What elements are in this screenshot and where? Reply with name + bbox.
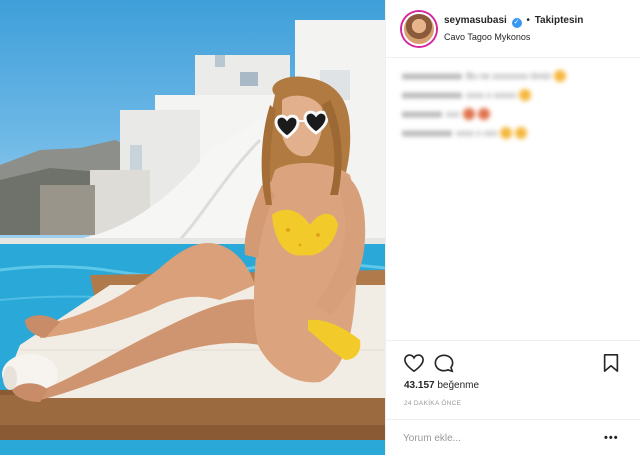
emoji-icon: [462, 107, 475, 120]
comment-icon[interactable]: [433, 353, 455, 373]
heart-icon[interactable]: [403, 353, 425, 373]
verified-badge-icon: ✓: [511, 18, 522, 28]
post-photo[interactable]: [0, 0, 385, 455]
comment-item: xxxxxxxxxxxx xxxx x xxxxx: [402, 85, 627, 104]
comment-user[interactable]: xxxxxxxx: [402, 109, 442, 119]
user-line: seymasubasi ✓ • Takiptesin: [444, 15, 583, 28]
photo-illustration: [0, 20, 385, 455]
follow-status-button[interactable]: Takiptesin: [535, 15, 584, 26]
comment-item: xxxxxxxx xxx: [402, 104, 627, 123]
location-link[interactable]: Cavo Tagoo Mykonos: [444, 32, 530, 42]
post-actions: 43.157 beğenme 24 DAKİKA ÖNCE •••: [386, 340, 640, 455]
post-time: 24 DAKİKA ÖNCE: [404, 400, 462, 407]
likes-number: 43.157: [404, 380, 435, 391]
comment-user[interactable]: xxxxxxxxxxxx: [402, 71, 462, 81]
separator-dot: •: [526, 15, 530, 26]
post-header: seymasubasi ✓ • Takiptesin Cavo Tagoo My…: [386, 0, 640, 58]
comment-text: xxx: [446, 108, 460, 119]
post-side-panel: seymasubasi ✓ • Takiptesin Cavo Tagoo My…: [385, 0, 640, 455]
comment-input[interactable]: [403, 430, 583, 446]
bookmark-icon[interactable]: [602, 353, 620, 373]
emoji-icon: [515, 126, 528, 139]
emoji-icon: [519, 88, 532, 101]
comment-text: xxxx x xxx: [456, 127, 498, 138]
comment-list: xxxxxxxxxxxx Bu ne xxxxxxxx ömür xxxxxxx…: [402, 66, 627, 142]
avatar[interactable]: [402, 12, 436, 46]
emoji-icon: [477, 107, 490, 120]
emoji-icon: [554, 69, 567, 82]
comment-item: xxxxxxxxxxxx Bu ne xxxxxxxx ömür: [402, 66, 627, 85]
username-link[interactable]: seymasubasi: [444, 15, 507, 26]
likes-label: beğenme: [437, 380, 480, 391]
likes-count[interactable]: 43.157 beğenme: [404, 380, 479, 391]
comment-text: xxxx x xxxxx: [466, 89, 517, 100]
instagram-post: seymasubasi ✓ • Takiptesin Cavo Tagoo My…: [0, 0, 640, 455]
comment-text: Bu ne xxxxxxxx ömür: [466, 70, 552, 81]
add-comment-bar: •••: [386, 419, 640, 455]
emoji-icon: [500, 126, 513, 139]
comment-user[interactable]: xxxxxxxxxxxx: [402, 90, 462, 100]
more-options-icon[interactable]: •••: [604, 432, 619, 444]
comment-item: xxxxxxxxxx xxxx x xxx: [402, 123, 627, 142]
comment-user[interactable]: xxxxxxxxxx: [402, 128, 452, 138]
